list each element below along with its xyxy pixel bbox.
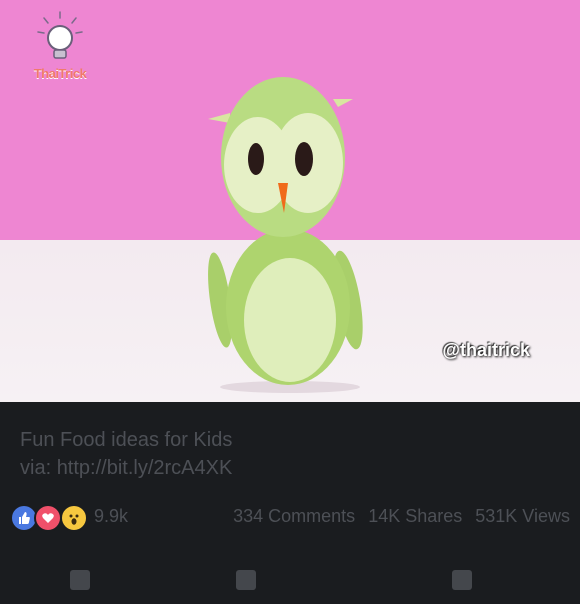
wow-reaction-icon — [60, 504, 88, 532]
love-reaction-icon — [34, 504, 62, 532]
post-caption: Fun Food ideas for Kids via: http://bit.… — [20, 426, 232, 482]
video-player[interactable]: ThaiTrick @thaitrick — [0, 0, 580, 402]
via-label: via: — [20, 457, 52, 479]
apple-owl-image — [208, 77, 363, 393]
channel-logo: ThaiTrick — [28, 8, 92, 84]
lightbulb-icon — [37, 11, 83, 59]
share-icon[interactable] — [452, 570, 472, 590]
post-via: via: http://bit.ly/2rcA4XK — [20, 454, 232, 482]
post-link[interactable]: http://bit.ly/2rcA4XK — [57, 457, 233, 479]
shares-count[interactable]: 14K Shares — [368, 506, 462, 526]
comments-count[interactable]: 334 Comments — [233, 506, 355, 526]
action-bar — [0, 564, 580, 604]
views-count: 531K Views — [475, 506, 570, 526]
reaction-count: 9.9k — [94, 506, 129, 526]
comment-icon[interactable] — [236, 570, 256, 590]
post-title: Fun Food ideas for Kids — [20, 429, 233, 451]
post-counts: 334 Comments 14K Shares 531K Views — [225, 506, 570, 527]
logo-text: ThaiTrick — [33, 66, 87, 81]
post-info: Fun Food ideas for Kids via: http://bit.… — [0, 402, 580, 590]
video-watermark: @thaitrick — [442, 340, 530, 360]
engagement-stats: 9.9k 334 Comments 14K Shares 531K Views — [10, 502, 570, 532]
like-icon[interactable] — [70, 570, 90, 590]
